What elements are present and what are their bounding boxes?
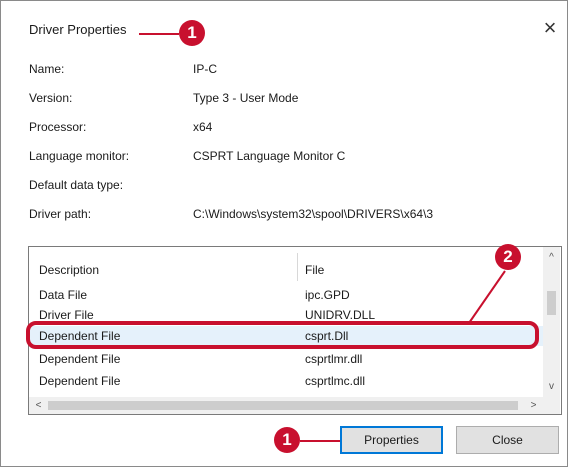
file-name: ipc.GPD — [305, 288, 350, 302]
file-description: Driver File — [39, 308, 94, 322]
column-header-file[interactable]: File — [305, 263, 324, 277]
dialog-title: Driver Properties — [29, 22, 127, 37]
column-separator[interactable] — [297, 253, 298, 281]
property-label: Driver path: — [29, 207, 92, 221]
property-label: Version: — [29, 91, 73, 105]
file-name: csprtlmc.dll — [305, 374, 366, 388]
scroll-left-icon[interactable]: < — [30, 397, 47, 414]
property-label: Language monitor: — [29, 149, 130, 163]
file-description: Dependent File — [39, 374, 121, 388]
file-description: Data File — [39, 288, 88, 302]
vertical-scroll-thumb[interactable] — [547, 291, 556, 315]
close-icon[interactable]: × — [537, 15, 563, 41]
callout-title: 1 — [179, 20, 205, 46]
callout-list: 2 — [495, 244, 521, 270]
list-item[interactable]: Dependent File csprtlmc.dll — [29, 371, 543, 391]
property-label: Processor: — [29, 120, 87, 134]
button-callout-leader — [300, 440, 340, 442]
title-callout-leader — [139, 33, 179, 35]
column-header-description[interactable]: Description — [39, 263, 99, 277]
scroll-down-icon[interactable]: v — [543, 378, 560, 395]
vertical-scrollbar[interactable]: ^ v — [543, 247, 560, 397]
title-bar: Driver Properties 1 × — [1, 1, 567, 57]
selected-row-highlight-annotation — [26, 321, 539, 349]
horizontal-scrollbar[interactable]: < > — [29, 397, 543, 414]
scrollbar-corner — [543, 397, 560, 414]
property-value: C:\Windows\system32\spool\DRIVERS\x64\3 — [193, 207, 434, 221]
list-callout-leader — [468, 270, 506, 324]
file-name: UNIDRV.DLL — [305, 308, 376, 322]
property-value: x64 — [193, 120, 213, 134]
properties-button[interactable]: Properties — [340, 426, 443, 454]
property-label: Default data type: — [29, 178, 124, 192]
close-button[interactable]: Close — [456, 426, 559, 454]
property-value: CSPRT Language Monitor C — [193, 149, 346, 163]
file-description: Dependent File — [39, 352, 121, 366]
callout-button: 1 — [274, 427, 300, 453]
horizontal-scroll-thumb[interactable] — [48, 401, 518, 410]
property-value: Type 3 - User Mode — [193, 91, 299, 105]
file-name: csprtlmr.dll — [305, 352, 363, 366]
list-item[interactable]: Dependent File csprtlmr.dll — [29, 349, 543, 369]
property-value: IP-C — [193, 62, 217, 76]
driver-properties-dialog: Driver Properties 1 × Name: IP-C Version… — [0, 0, 568, 467]
scroll-right-icon[interactable]: > — [525, 397, 542, 414]
scroll-up-icon[interactable]: ^ — [543, 249, 560, 266]
property-label: Name: — [29, 62, 65, 76]
